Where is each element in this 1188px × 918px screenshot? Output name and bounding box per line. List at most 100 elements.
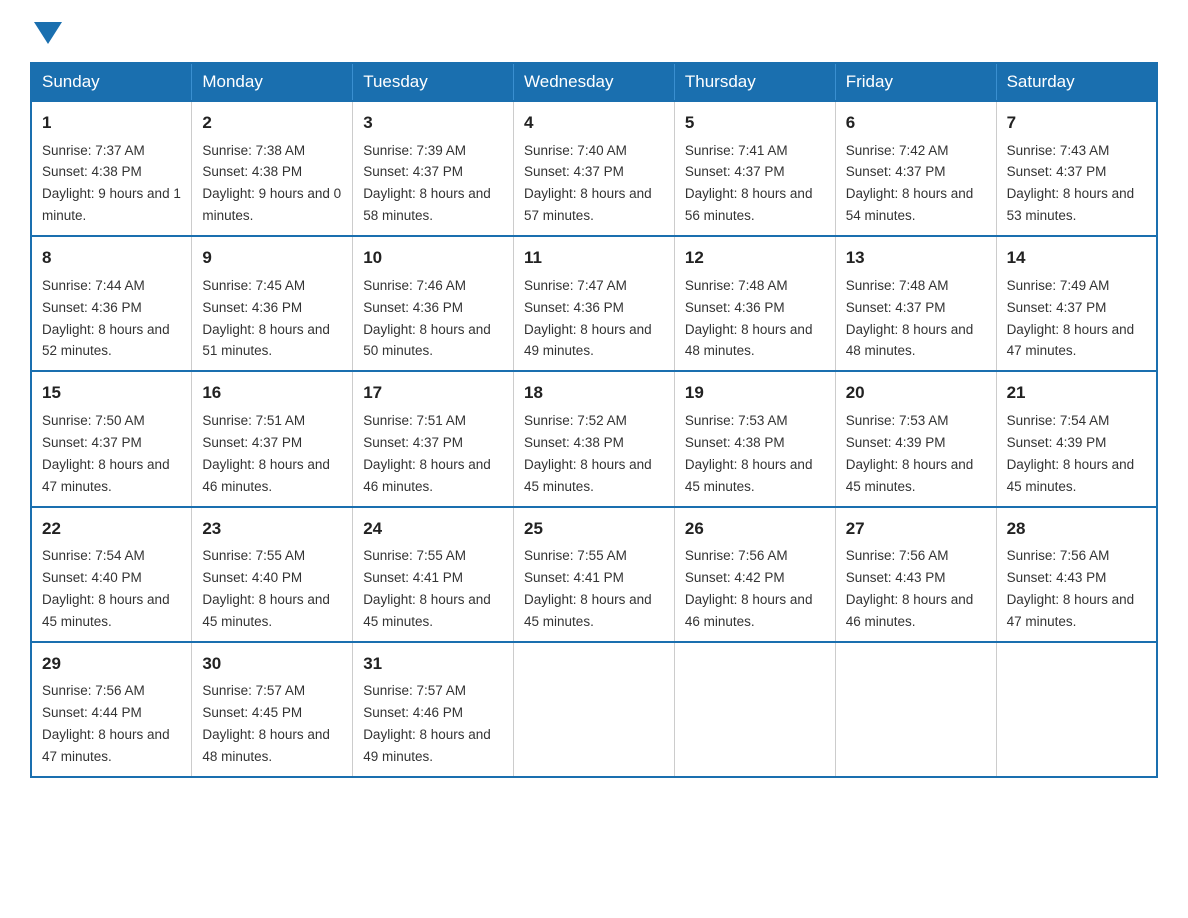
day-info: Sunrise: 7:56 AMSunset: 4:43 PMDaylight:… [1007,548,1135,629]
day-number: 17 [363,380,503,406]
day-cell-28: 28 Sunrise: 7:56 AMSunset: 4:43 PMDaylig… [996,507,1157,642]
day-number: 28 [1007,516,1146,542]
day-info: Sunrise: 7:51 AMSunset: 4:37 PMDaylight:… [363,413,491,494]
day-cell-25: 25 Sunrise: 7:55 AMSunset: 4:41 PMDaylig… [514,507,675,642]
day-info: Sunrise: 7:39 AMSunset: 4:37 PMDaylight:… [363,143,491,224]
day-cell-2: 2 Sunrise: 7:38 AMSunset: 4:38 PMDayligh… [192,101,353,236]
day-info: Sunrise: 7:56 AMSunset: 4:43 PMDaylight:… [846,548,974,629]
day-number: 31 [363,651,503,677]
column-header-tuesday: Tuesday [353,63,514,101]
day-info: Sunrise: 7:56 AMSunset: 4:44 PMDaylight:… [42,683,170,764]
day-cell-24: 24 Sunrise: 7:55 AMSunset: 4:41 PMDaylig… [353,507,514,642]
logo [30,20,62,44]
week-row-3: 15 Sunrise: 7:50 AMSunset: 4:37 PMDaylig… [31,371,1157,506]
day-number: 15 [42,380,181,406]
day-cell-20: 20 Sunrise: 7:53 AMSunset: 4:39 PMDaylig… [835,371,996,506]
day-number: 24 [363,516,503,542]
day-info: Sunrise: 7:45 AMSunset: 4:36 PMDaylight:… [202,278,330,359]
column-header-thursday: Thursday [674,63,835,101]
day-info: Sunrise: 7:55 AMSunset: 4:41 PMDaylight:… [524,548,652,629]
day-number: 7 [1007,110,1146,136]
day-number: 2 [202,110,342,136]
day-cell-30: 30 Sunrise: 7:57 AMSunset: 4:45 PMDaylig… [192,642,353,777]
column-header-sunday: Sunday [31,63,192,101]
day-info: Sunrise: 7:51 AMSunset: 4:37 PMDaylight:… [202,413,330,494]
empty-cell [996,642,1157,777]
week-row-1: 1 Sunrise: 7:37 AMSunset: 4:38 PMDayligh… [31,101,1157,236]
empty-cell [514,642,675,777]
day-number: 12 [685,245,825,271]
day-cell-15: 15 Sunrise: 7:50 AMSunset: 4:37 PMDaylig… [31,371,192,506]
day-number: 8 [42,245,181,271]
day-info: Sunrise: 7:57 AMSunset: 4:46 PMDaylight:… [363,683,491,764]
day-info: Sunrise: 7:54 AMSunset: 4:39 PMDaylight:… [1007,413,1135,494]
day-cell-21: 21 Sunrise: 7:54 AMSunset: 4:39 PMDaylig… [996,371,1157,506]
day-info: Sunrise: 7:57 AMSunset: 4:45 PMDaylight:… [202,683,330,764]
day-info: Sunrise: 7:49 AMSunset: 4:37 PMDaylight:… [1007,278,1135,359]
day-info: Sunrise: 7:52 AMSunset: 4:38 PMDaylight:… [524,413,652,494]
day-number: 23 [202,516,342,542]
day-info: Sunrise: 7:38 AMSunset: 4:38 PMDaylight:… [202,143,341,224]
logo-triangle-icon [34,22,62,44]
day-number: 26 [685,516,825,542]
day-number: 3 [363,110,503,136]
day-number: 16 [202,380,342,406]
day-cell-4: 4 Sunrise: 7:40 AMSunset: 4:37 PMDayligh… [514,101,675,236]
day-cell-26: 26 Sunrise: 7:56 AMSunset: 4:42 PMDaylig… [674,507,835,642]
day-cell-23: 23 Sunrise: 7:55 AMSunset: 4:40 PMDaylig… [192,507,353,642]
day-number: 9 [202,245,342,271]
day-info: Sunrise: 7:47 AMSunset: 4:36 PMDaylight:… [524,278,652,359]
day-info: Sunrise: 7:56 AMSunset: 4:42 PMDaylight:… [685,548,813,629]
day-cell-5: 5 Sunrise: 7:41 AMSunset: 4:37 PMDayligh… [674,101,835,236]
day-cell-3: 3 Sunrise: 7:39 AMSunset: 4:37 PMDayligh… [353,101,514,236]
day-info: Sunrise: 7:50 AMSunset: 4:37 PMDaylight:… [42,413,170,494]
day-cell-6: 6 Sunrise: 7:42 AMSunset: 4:37 PMDayligh… [835,101,996,236]
day-info: Sunrise: 7:53 AMSunset: 4:39 PMDaylight:… [846,413,974,494]
day-number: 10 [363,245,503,271]
day-number: 11 [524,245,664,271]
day-cell-9: 9 Sunrise: 7:45 AMSunset: 4:36 PMDayligh… [192,236,353,371]
day-cell-13: 13 Sunrise: 7:48 AMSunset: 4:37 PMDaylig… [835,236,996,371]
empty-cell [674,642,835,777]
day-info: Sunrise: 7:44 AMSunset: 4:36 PMDaylight:… [42,278,170,359]
day-info: Sunrise: 7:55 AMSunset: 4:41 PMDaylight:… [363,548,491,629]
day-info: Sunrise: 7:42 AMSunset: 4:37 PMDaylight:… [846,143,974,224]
day-cell-22: 22 Sunrise: 7:54 AMSunset: 4:40 PMDaylig… [31,507,192,642]
day-cell-18: 18 Sunrise: 7:52 AMSunset: 4:38 PMDaylig… [514,371,675,506]
column-header-saturday: Saturday [996,63,1157,101]
day-number: 21 [1007,380,1146,406]
calendar-header-row: SundayMondayTuesdayWednesdayThursdayFrid… [31,63,1157,101]
day-number: 5 [685,110,825,136]
column-header-wednesday: Wednesday [514,63,675,101]
day-cell-14: 14 Sunrise: 7:49 AMSunset: 4:37 PMDaylig… [996,236,1157,371]
day-cell-11: 11 Sunrise: 7:47 AMSunset: 4:36 PMDaylig… [514,236,675,371]
day-cell-29: 29 Sunrise: 7:56 AMSunset: 4:44 PMDaylig… [31,642,192,777]
day-number: 6 [846,110,986,136]
day-info: Sunrise: 7:55 AMSunset: 4:40 PMDaylight:… [202,548,330,629]
day-number: 14 [1007,245,1146,271]
day-cell-1: 1 Sunrise: 7:37 AMSunset: 4:38 PMDayligh… [31,101,192,236]
day-number: 22 [42,516,181,542]
day-number: 13 [846,245,986,271]
week-row-4: 22 Sunrise: 7:54 AMSunset: 4:40 PMDaylig… [31,507,1157,642]
day-number: 29 [42,651,181,677]
day-info: Sunrise: 7:48 AMSunset: 4:36 PMDaylight:… [685,278,813,359]
day-info: Sunrise: 7:54 AMSunset: 4:40 PMDaylight:… [42,548,170,629]
week-row-5: 29 Sunrise: 7:56 AMSunset: 4:44 PMDaylig… [31,642,1157,777]
day-number: 20 [846,380,986,406]
day-cell-7: 7 Sunrise: 7:43 AMSunset: 4:37 PMDayligh… [996,101,1157,236]
day-number: 25 [524,516,664,542]
day-info: Sunrise: 7:53 AMSunset: 4:38 PMDaylight:… [685,413,813,494]
day-cell-8: 8 Sunrise: 7:44 AMSunset: 4:36 PMDayligh… [31,236,192,371]
day-cell-17: 17 Sunrise: 7:51 AMSunset: 4:37 PMDaylig… [353,371,514,506]
day-info: Sunrise: 7:41 AMSunset: 4:37 PMDaylight:… [685,143,813,224]
day-info: Sunrise: 7:46 AMSunset: 4:36 PMDaylight:… [363,278,491,359]
week-row-2: 8 Sunrise: 7:44 AMSunset: 4:36 PMDayligh… [31,236,1157,371]
day-cell-12: 12 Sunrise: 7:48 AMSunset: 4:36 PMDaylig… [674,236,835,371]
day-cell-19: 19 Sunrise: 7:53 AMSunset: 4:38 PMDaylig… [674,371,835,506]
day-info: Sunrise: 7:43 AMSunset: 4:37 PMDaylight:… [1007,143,1135,224]
day-number: 30 [202,651,342,677]
day-number: 1 [42,110,181,136]
day-info: Sunrise: 7:48 AMSunset: 4:37 PMDaylight:… [846,278,974,359]
day-number: 19 [685,380,825,406]
